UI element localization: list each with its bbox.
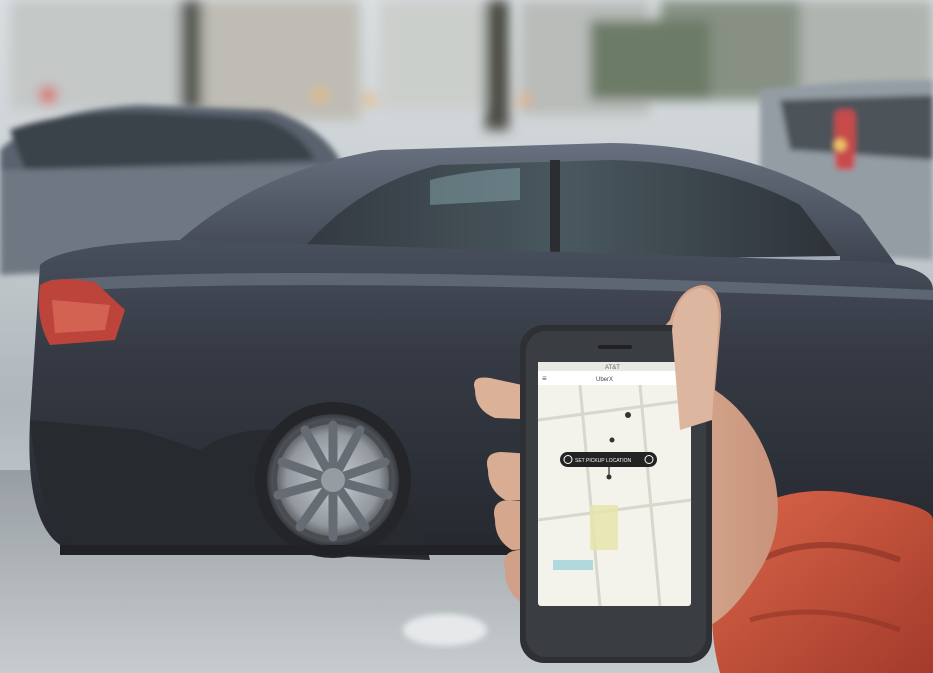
paper-texture	[0, 0, 933, 673]
photo-scene: AT&T ≡ UberX	[0, 0, 933, 673]
